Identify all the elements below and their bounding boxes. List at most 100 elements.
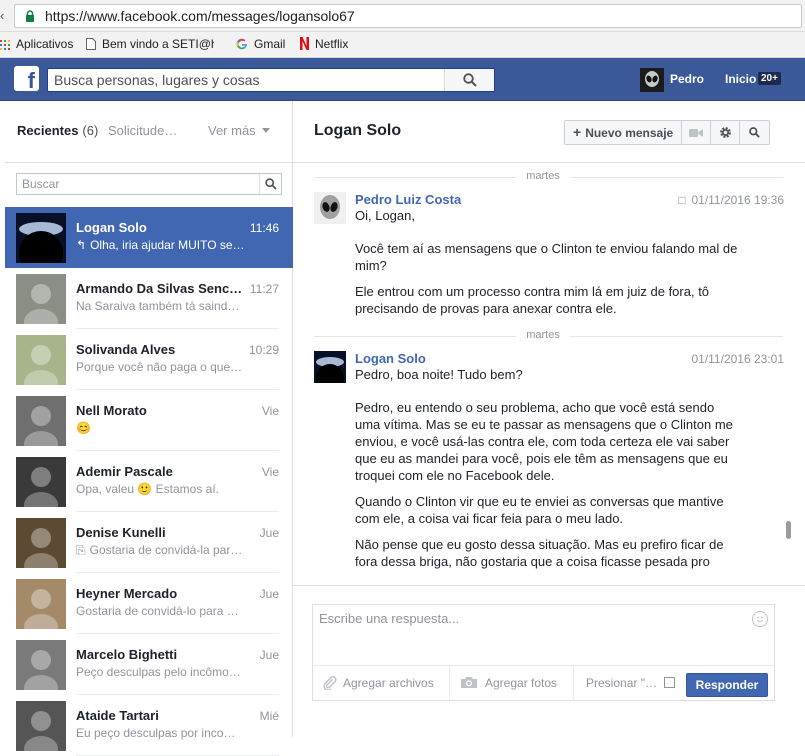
thread-name: Heyner Mercado xyxy=(76,586,178,601)
person-photo-icon xyxy=(24,406,58,446)
thread-snippet: Peço desculpas pelo incômo… xyxy=(76,665,274,679)
bookmark-label: Gmail xyxy=(254,37,286,51)
plus-icon: + xyxy=(573,124,582,140)
tab-more[interactable]: Ver más xyxy=(208,123,270,138)
press-enter-checkbox[interactable] xyxy=(664,677,675,688)
paperclip-icon xyxy=(323,676,337,691)
day-label: martes xyxy=(516,329,570,341)
conversation-search-input[interactable] xyxy=(22,177,252,191)
message-timestamp: □ 01/11/2016 19:36 xyxy=(678,193,784,207)
person-photo-icon xyxy=(24,467,58,507)
browser-address-bar: ‹ https://www.facebook.com/messages/loga… xyxy=(0,0,805,32)
chat-bubble-icon: □ xyxy=(678,193,686,207)
thread-snippet-text: Opa, valeu 🙂 Estamos aí. xyxy=(76,482,220,496)
person-photo-icon xyxy=(24,589,58,629)
bookmark-netflix[interactable]: Netflix xyxy=(300,37,348,51)
day-separator: martes xyxy=(293,167,793,187)
thread-name: Ataide Tartari xyxy=(76,708,159,723)
person-photo-icon xyxy=(24,711,58,751)
url-field[interactable]: https://www.facebook.com/messages/logans… xyxy=(14,4,802,28)
thread-snippet-text: Gostaria de convidá-la par… xyxy=(89,543,243,557)
thread-name: Armando Da Silvas Senc… xyxy=(76,281,243,296)
gear-icon xyxy=(719,127,731,138)
message-scrollbar[interactable] xyxy=(786,521,791,539)
thread-item[interactable]: Ademir Pascale Vie Opa, valeu 🙂 Estamos aí… xyxy=(5,451,293,512)
tab-recent[interactable]: Recientes (6) xyxy=(17,123,98,138)
thread-time: Jue xyxy=(259,648,279,662)
message-body: Pedro, boa noite! Tudo bem? Pedro, eu ent… xyxy=(355,351,740,570)
conversation-list-pane: Recientes(6) Solicitude… Ver más Logan S… xyxy=(5,101,293,756)
thread-item[interactable]: Nell Morato Vie 😊 xyxy=(5,390,293,451)
conversation-search[interactable] xyxy=(16,173,282,195)
global-search-button[interactable] xyxy=(444,69,494,91)
thread-name: Denise Kunelli xyxy=(76,525,166,540)
conversation-search-button[interactable] xyxy=(259,174,281,194)
message-paragraph: Você tem aí as mensagens que o Clinton t… xyxy=(355,241,738,273)
message-paragraph: Não pense que eu gosto dessa situação. M… xyxy=(355,537,724,569)
message-timestamp: 01/11/2016 23:01 xyxy=(691,352,784,366)
video-camera-icon xyxy=(689,128,704,137)
thread-snippet: Eu peço desculpas por inco… xyxy=(76,726,274,740)
message-avatar[interactable] xyxy=(314,192,346,224)
tab-recent-label: Recientes xyxy=(17,123,79,138)
bookmark-seti[interactable]: Bem vindo a SETI@ho xyxy=(86,37,214,51)
thread-snippet-text: 😊 xyxy=(76,421,91,435)
facebook-logo[interactable]: f xyxy=(14,66,39,91)
thread-snippet-text: Peço desculpas pelo incômo… xyxy=(76,665,241,679)
message-paragraph: Pedro, boa noite! Tudo bem? xyxy=(355,367,523,382)
thread-item[interactable]: Logan Solo 11:46 ↰ Olha, iria ajudar MUITO … xyxy=(5,207,293,268)
conversation-title[interactable]: Logan Solo xyxy=(314,122,401,140)
toolbar-divider xyxy=(449,666,450,701)
reply-input[interactable] xyxy=(319,611,739,659)
url-text[interactable]: https://www.facebook.com/messages/logans… xyxy=(45,8,355,24)
message-paragraph: Quando o Clinton vir que eu te enviei as… xyxy=(355,494,724,526)
thread-avatar xyxy=(16,518,66,568)
thread-time: Mié xyxy=(259,709,279,723)
profile-name-link[interactable]: Pedro xyxy=(670,72,704,86)
smiley-icon xyxy=(756,616,764,623)
bookmark-label: Bem vindo a SETI@ho xyxy=(102,37,214,51)
emoji-button[interactable] xyxy=(752,611,768,627)
message-block: Pedro Luiz Costa □ 01/11/2016 19:36 Oi, Log… xyxy=(314,192,784,317)
bookmarks-bar: Aplicativos Bem vindo a SETI@ho Gmail Ne… xyxy=(0,32,805,58)
settings-button[interactable] xyxy=(711,121,741,144)
home-link[interactable]: Inicio xyxy=(725,72,756,86)
thread-list: Logan Solo 11:46 ↰ Olha, iria ajudar MUITO … xyxy=(5,207,293,756)
global-search-input[interactable] xyxy=(54,72,454,88)
thread-item[interactable]: Marcelo Bighetti Jue Peço desculpas pelo i… xyxy=(5,634,293,695)
tab-more-label: Ver más xyxy=(208,123,256,138)
thread-snippet-text: Porque você não paga o que… xyxy=(76,360,243,374)
back-arrow-icon[interactable]: ‹ xyxy=(0,8,4,23)
search-icon xyxy=(265,178,277,190)
thread-avatar xyxy=(16,701,66,751)
thread-item[interactable]: Ataide Tartari Mié Eu peço desculpas por i… xyxy=(5,695,293,756)
message-sender[interactable]: Logan Solo xyxy=(355,351,426,366)
thread-time: 10:29 xyxy=(248,343,279,357)
thread-item[interactable]: Solivanda Alves 10:29 Porque você não paga… xyxy=(5,329,293,390)
day-separator: martes xyxy=(293,326,793,346)
reply-button[interactable]: Responder xyxy=(686,673,768,697)
message-sender[interactable]: Pedro Luiz Costa xyxy=(355,192,461,207)
bookmark-gmail[interactable]: Gmail xyxy=(236,37,285,51)
add-photos-button[interactable]: Agregar fotos xyxy=(460,666,557,701)
eclipse-avatar-icon xyxy=(16,213,66,263)
message-paragraph: Oi, Logan, xyxy=(355,208,415,223)
add-files-button[interactable]: Agregar archivos xyxy=(323,666,434,701)
thread-name: Logan Solo xyxy=(76,220,147,235)
page-icon xyxy=(86,38,96,50)
thread-avatar xyxy=(16,457,66,507)
bookmark-apps[interactable]: Aplicativos xyxy=(0,37,73,51)
profile-avatar[interactable] xyxy=(640,68,664,92)
new-message-button[interactable]: + Nuevo mensaje xyxy=(565,121,683,144)
thread-item[interactable]: Denise Kunelli Jue ⎘ Gostaria de convidá-la… xyxy=(5,512,293,573)
notification-badge: 20+ xyxy=(758,72,781,85)
conversation-search-icon-button[interactable] xyxy=(740,121,769,144)
composer-toolbar: Agregar archivos Agregar fotos Presionar… xyxy=(313,665,774,701)
thread-item[interactable]: Armando Da Silvas Senc… 11:27 Na Saraiva t… xyxy=(5,268,293,329)
message-paragraph: Ele entrou com um processo contra mim lá… xyxy=(355,284,710,316)
thread-item[interactable]: Heyner Mercado Jue Gostaria de convidá-lo … xyxy=(5,573,293,634)
tab-requests[interactable]: Solicitude… xyxy=(108,123,177,138)
message-avatar[interactable] xyxy=(314,351,346,383)
video-call-button[interactable] xyxy=(682,121,712,144)
global-search[interactable] xyxy=(47,68,495,92)
